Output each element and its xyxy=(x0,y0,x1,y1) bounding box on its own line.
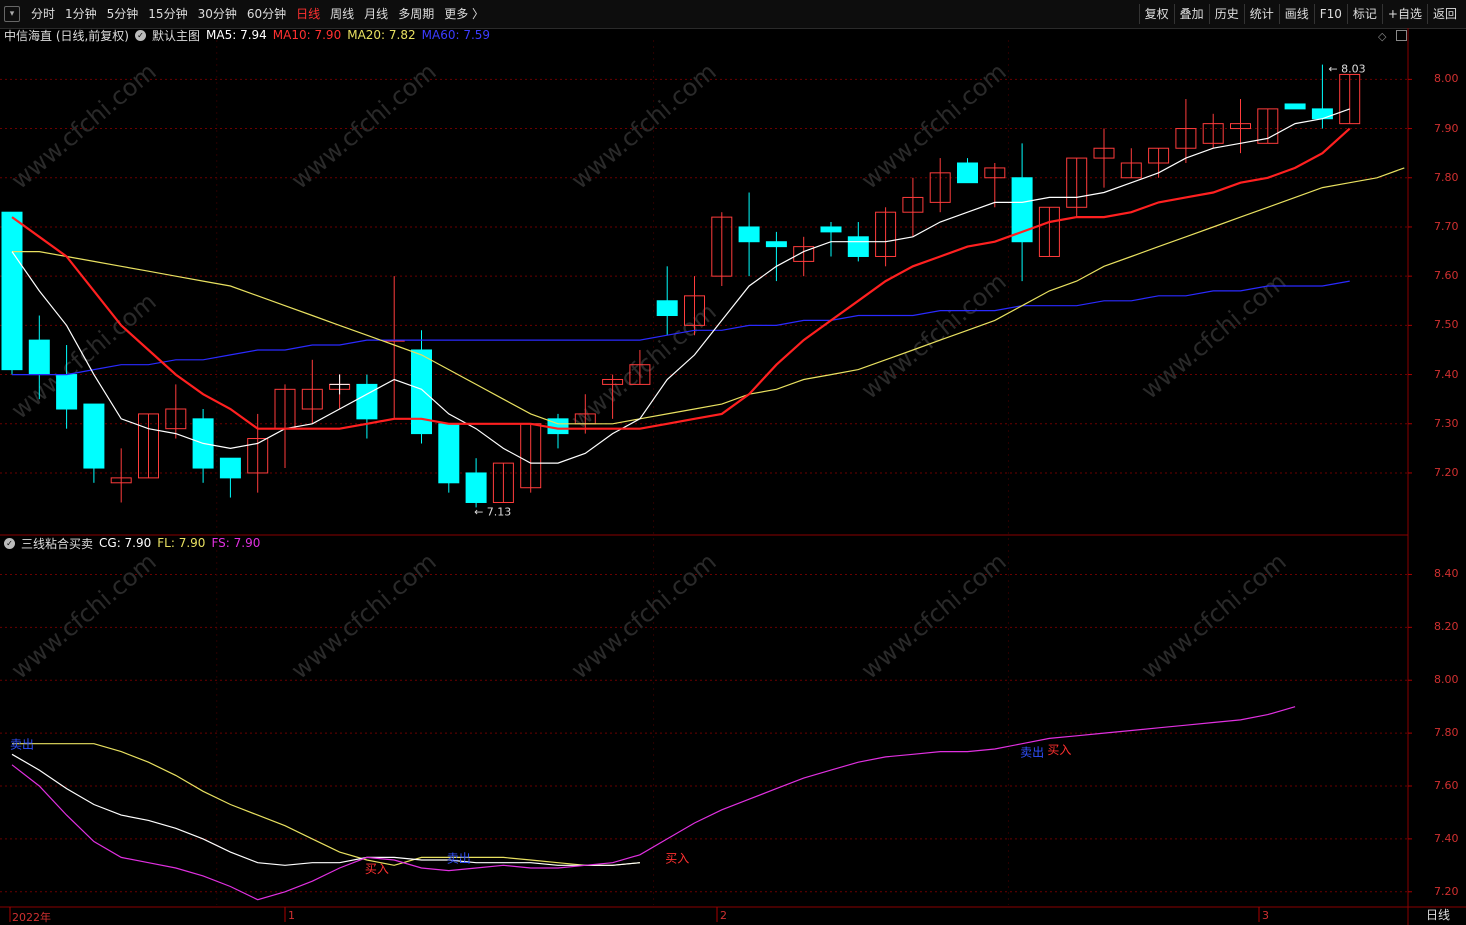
main-y-tick-label: 7.60 xyxy=(1434,269,1459,283)
signal-label: 卖出 xyxy=(10,738,34,752)
window-icon[interactable] xyxy=(1396,30,1407,41)
watermark-text: www.cfchi.com xyxy=(1136,267,1292,404)
main-y-tick-label: 7.70 xyxy=(1434,219,1459,233)
candle-body xyxy=(219,457,241,479)
sub-legend: ✓ 三线粘合买卖 CG: 7.90 FL: 7.90 FS: 7.90 xyxy=(4,535,266,552)
main-y-tick-label: 8.00 xyxy=(1434,72,1459,86)
main-y-tick-label: 7.20 xyxy=(1434,465,1459,479)
ma10-label: MA10: 7.90 xyxy=(272,28,342,42)
candle-body xyxy=(83,403,105,469)
date-axis-label: 3 xyxy=(1262,909,1269,922)
fl-line xyxy=(12,743,640,866)
watermark-text: www.cfchi.com xyxy=(286,57,442,194)
sub-y-tick-label: 8.20 xyxy=(1434,620,1459,634)
low-price-label: ← 7.13 xyxy=(474,505,511,518)
sub-y-tick-label: 7.80 xyxy=(1434,726,1459,740)
ma5-label: MA5: 7.94 xyxy=(206,28,267,42)
date-axis-label: 2 xyxy=(720,909,727,922)
main-y-tick-label: 7.40 xyxy=(1434,367,1459,381)
candle-body xyxy=(56,374,78,410)
fl-label: FL: 7.90 xyxy=(157,536,206,550)
watermark-text: www.cfchi.com xyxy=(6,547,162,684)
candle-body xyxy=(847,236,869,257)
candle-body xyxy=(1311,108,1333,120)
signal-label: 买入 xyxy=(1047,743,1071,757)
date-axis-label: 2022年 xyxy=(12,911,51,924)
watermark-text: www.cfchi.com xyxy=(566,57,722,194)
candle-body xyxy=(738,226,760,243)
sub-y-tick-label: 8.00 xyxy=(1434,673,1459,687)
watermark-text: www.cfchi.com xyxy=(6,57,162,194)
candle-body xyxy=(28,339,50,376)
watermark-text: www.cfchi.com xyxy=(856,57,1012,194)
watermark-text: www.cfchi.com xyxy=(286,547,442,684)
candle-body xyxy=(1284,103,1306,110)
sub-y-tick-label: 7.20 xyxy=(1434,884,1459,898)
date-axis-label: 1 xyxy=(288,909,295,922)
watermark-text: www.cfchi.com xyxy=(856,547,1012,684)
sub-y-tick-label: 7.40 xyxy=(1434,831,1459,845)
main-legend: 中信海直 (日线,前复权) ✓ 默认主图 MA5: 7.94 MA10: 7.9… xyxy=(4,27,496,44)
watermark-text: www.cfchi.com xyxy=(566,547,722,684)
signal-label: 买入 xyxy=(665,851,689,865)
candle-body xyxy=(957,162,978,184)
template-name[interactable]: 默认主图 xyxy=(152,27,200,44)
signal-label: 卖出 xyxy=(447,851,471,865)
indicator-name[interactable]: 三线粘合买卖 xyxy=(21,535,93,552)
candle-body xyxy=(820,226,842,233)
candle-body xyxy=(465,472,487,503)
diamond-icon[interactable]: ◇ xyxy=(1378,30,1386,43)
signal-label: 买入 xyxy=(365,862,389,876)
template-icon[interactable]: ✓ xyxy=(135,29,146,41)
candle-body xyxy=(656,300,678,317)
candle-body xyxy=(765,241,787,248)
main-y-tick-label: 7.80 xyxy=(1434,170,1459,184)
ma20-line xyxy=(12,167,1405,425)
candle-body xyxy=(438,423,460,484)
indicator-icon[interactable]: ✓ xyxy=(4,537,15,549)
main-y-tick-label: 7.50 xyxy=(1434,318,1459,332)
signal-label: 卖出 xyxy=(1020,746,1044,760)
sub-y-tick-label: 7.60 xyxy=(1434,779,1459,792)
stock-name: 中信海直 (日线,前复权) xyxy=(4,28,129,43)
fs-label: FS: 7.90 xyxy=(211,536,261,550)
watermark-text: www.cfchi.com xyxy=(856,267,1012,404)
main-y-tick-label: 7.90 xyxy=(1434,121,1459,135)
cg-label: CG: 7.90 xyxy=(99,536,152,550)
high-price-label: ← 8.03 xyxy=(1328,63,1365,76)
kline-chart[interactable]: www.cfchi.com www.cfchi.com www.cfchi.com w… xyxy=(0,0,1466,925)
main-y-tick-label: 7.30 xyxy=(1434,416,1459,430)
ma60-label: MA60: 7.59 xyxy=(421,28,491,42)
candle-body xyxy=(1,211,23,371)
period-badge[interactable]: 日线 xyxy=(1413,907,1463,924)
candle-body xyxy=(356,383,378,420)
sub-y-tick-label: 8.40 xyxy=(1434,567,1459,581)
watermark-text: www.cfchi.com xyxy=(1136,547,1292,684)
ma20-label: MA20: 7.82 xyxy=(347,28,416,42)
